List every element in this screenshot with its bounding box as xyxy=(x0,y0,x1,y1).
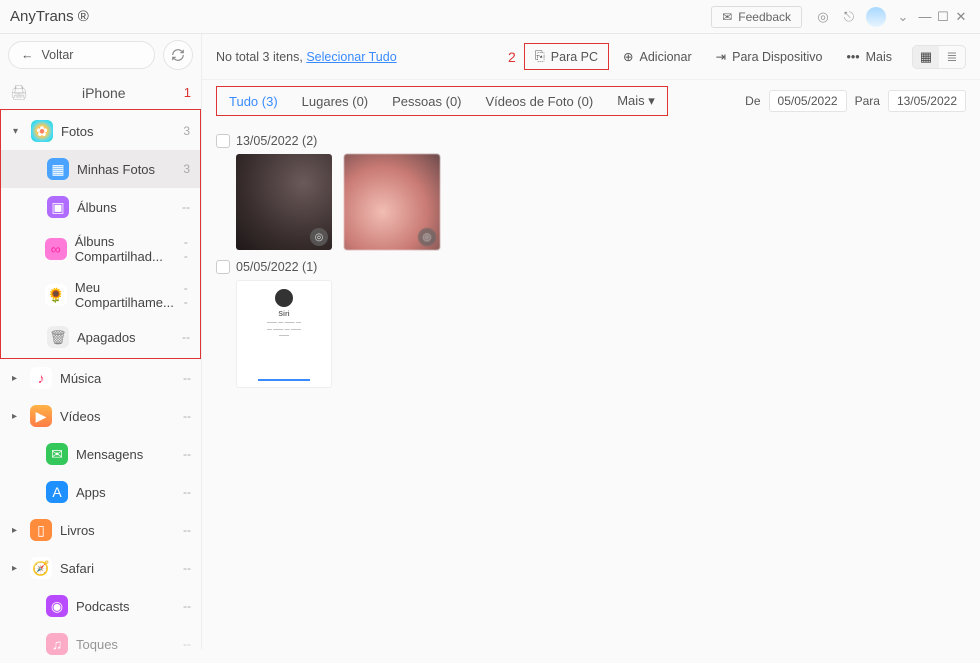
date-group-header[interactable]: 13/05/2022 (2) xyxy=(216,134,966,148)
app-title: AnyTrans ® xyxy=(10,8,89,25)
help-icon[interactable]: ◎ xyxy=(812,6,834,28)
filter-group-outline: Tudo (3) Lugares (0) Pessoas (0) Vídeos … xyxy=(216,86,668,116)
sidebar: ← Voltar 🖨 iPhone 1 ✿ Fotos 3 ▦ Minhas F… xyxy=(0,34,202,649)
add-button[interactable]: ⊕ Adicionar xyxy=(613,44,702,69)
siri-orb-icon xyxy=(275,289,293,307)
date-group-header[interactable]: 05/05/2022 (1) xyxy=(216,260,966,274)
to-pc-icon: ⎘ xyxy=(535,49,545,64)
more-button[interactable]: ••• Mais xyxy=(836,45,902,69)
arrow-left-icon: ← xyxy=(21,48,34,62)
sidebar-item-apps[interactable]: A Apps -- xyxy=(0,473,201,511)
music-icon: ♪ xyxy=(30,367,52,389)
sidebar-item-safari[interactable]: 🧭 Safari -- xyxy=(0,549,201,587)
apps-icon: A xyxy=(46,481,68,503)
checkbox[interactable] xyxy=(216,134,230,148)
close-button[interactable]: ✕ xyxy=(952,9,970,25)
sidebar-item-trash[interactable]: 🗑 Apagados -- xyxy=(1,318,200,356)
trash-icon: 🗑 xyxy=(47,326,69,348)
tones-icon: ♫ xyxy=(46,633,68,655)
photos-group-outline: ✿ Fotos 3 ▦ Minhas Fotos 3 ▣ Álbuns -- ∞… xyxy=(0,109,201,359)
sidebar-item-podcasts[interactable]: ◉ Podcasts -- xyxy=(0,587,201,625)
filter-places[interactable]: Lugares (0) xyxy=(290,88,380,115)
total-count: No total 3 itens, Selecionar Tudo xyxy=(216,50,397,64)
photo-thumbnail[interactable]: ◎ xyxy=(344,154,440,250)
main-panel: No total 3 itens, Selecionar Tudo 2 ⎘ Pa… xyxy=(202,34,980,649)
mail-icon: ✉ xyxy=(722,10,732,24)
device-icon: 🖨 xyxy=(10,84,28,101)
filter-people[interactable]: Pessoas (0) xyxy=(380,88,473,115)
refresh-button[interactable] xyxy=(163,40,193,70)
sidebar-item-books[interactable]: ▯ Livros -- xyxy=(0,511,201,549)
list-view-button[interactable]: ≣ xyxy=(939,46,965,68)
refresh-icon xyxy=(171,48,185,62)
maximize-button[interactable]: ☐ xyxy=(934,9,952,25)
grid-view-button[interactable]: ▦ xyxy=(913,46,939,68)
to-pc-button[interactable]: ⎘ Para PC xyxy=(524,43,609,70)
date-from-field[interactable]: 05/05/2022 xyxy=(769,90,847,112)
videos-icon: ▶ xyxy=(30,405,52,427)
books-icon: ▯ xyxy=(30,519,52,541)
date-range: De 05/05/2022 Para 13/05/2022 xyxy=(745,90,966,112)
minimize-button[interactable]: — xyxy=(916,9,934,24)
device-row[interactable]: 🖨 iPhone 1 xyxy=(0,76,201,109)
albums-icon: ▣ xyxy=(47,196,69,218)
sidebar-item-my-photos[interactable]: ▦ Minhas Fotos 3 xyxy=(1,150,200,188)
to-device-button[interactable]: ⇥ Para Dispositivo xyxy=(706,44,833,69)
sidebar-item-videos[interactable]: ▶ Vídeos -- xyxy=(0,397,201,435)
back-button[interactable]: ← Voltar xyxy=(8,41,155,69)
sidebar-item-music[interactable]: ♪ Música -- xyxy=(0,359,201,397)
plus-icon: ⊕ xyxy=(623,49,633,64)
select-all-link[interactable]: Selecionar Tudo xyxy=(306,50,396,64)
live-photo-icon: ◎ xyxy=(310,228,328,246)
sidebar-item-my-stream[interactable]: 🌻 Meu Compartilhame... -- xyxy=(1,272,200,318)
toolbar: No total 3 itens, Selecionar Tudo 2 ⎘ Pa… xyxy=(202,34,980,80)
shared-albums-icon: ∞ xyxy=(45,238,67,260)
filter-bar: Tudo (3) Lugares (0) Pessoas (0) Vídeos … xyxy=(202,80,980,122)
date-to-field[interactable]: 13/05/2022 xyxy=(888,90,966,112)
messages-icon: ✉ xyxy=(46,443,68,465)
flower-icon: 🌻 xyxy=(45,284,67,306)
date-from-label: De xyxy=(745,94,760,108)
sidebar-item-shared-albums[interactable]: ∞ Álbuns Compartilhad... -- xyxy=(1,226,200,272)
chevron-down-icon[interactable]: ⌄ xyxy=(892,6,914,28)
annotation-1: 1 xyxy=(184,85,191,100)
safari-icon: 🧭 xyxy=(30,557,52,579)
sidebar-item-albums[interactable]: ▣ Álbuns -- xyxy=(1,188,200,226)
to-device-icon: ⇥ xyxy=(716,49,726,64)
date-to-label: Para xyxy=(855,94,880,108)
view-toggle: ▦ ≣ xyxy=(912,45,966,69)
filter-photo-videos[interactable]: Vídeos de Foto (0) xyxy=(474,88,606,115)
content-area: 13/05/2022 (2) ◎ ◎ 05/05/2022 (1) Siri —… xyxy=(202,122,980,649)
filter-all[interactable]: Tudo (3) xyxy=(217,88,290,115)
photos-icon: ✿ xyxy=(31,120,53,142)
feedback-button[interactable]: ✉ Feedback xyxy=(711,6,802,28)
sidebar-item-messages[interactable]: ✉ Mensagens -- xyxy=(0,435,201,473)
gift-icon[interactable]: ⎋ xyxy=(838,6,860,28)
annotation-2: 2 xyxy=(508,49,516,65)
live-photo-icon: ◎ xyxy=(418,228,436,246)
sidebar-item-tones[interactable]: ♫ Toques -- xyxy=(0,625,201,663)
filter-more[interactable]: Mais ▾ xyxy=(605,87,667,115)
more-icon: ••• xyxy=(846,50,859,64)
checkbox[interactable] xyxy=(216,260,230,274)
sidebar-item-photos[interactable]: ✿ Fotos 3 xyxy=(1,112,200,150)
screenshot-thumbnail[interactable]: Siri —— — —— —— —— — ———— xyxy=(236,280,332,388)
podcasts-icon: ◉ xyxy=(46,595,68,617)
avatar[interactable] xyxy=(866,7,886,27)
titlebar: AnyTrans ® ✉ Feedback ◎ ⎋ ⌄ — ☐ ✕ xyxy=(0,0,980,34)
my-photos-icon: ▦ xyxy=(47,158,69,180)
photo-thumbnail[interactable]: ◎ xyxy=(236,154,332,250)
